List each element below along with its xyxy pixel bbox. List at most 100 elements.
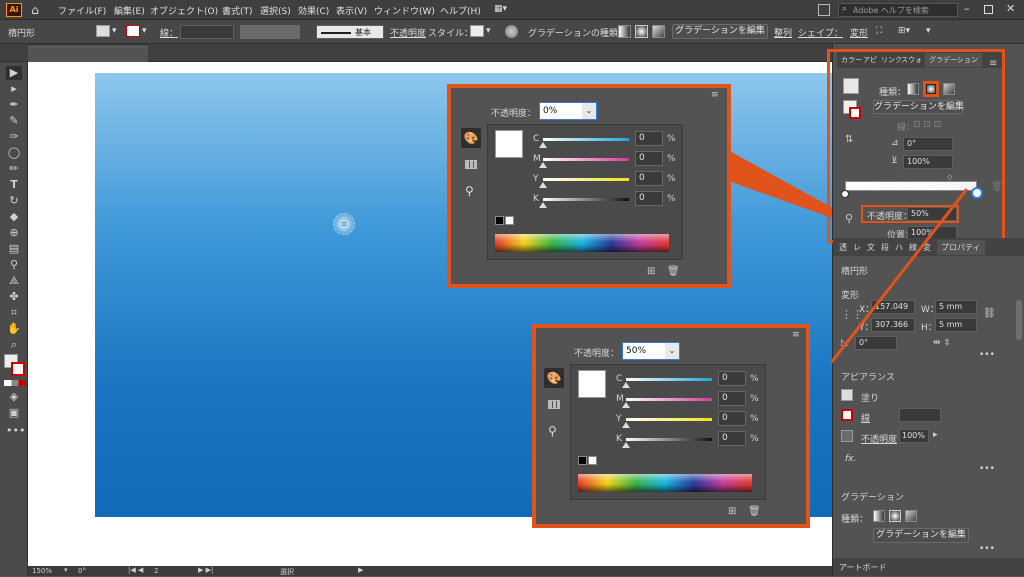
popup2-m-thumb[interactable] [622, 402, 630, 408]
gradient-tool-icon[interactable]: ▤ [6, 242, 22, 256]
popup2-m-input[interactable]: 0 [718, 391, 746, 406]
rotate-tool-icon[interactable]: ↻ [6, 194, 22, 208]
edit-gradient-button[interactable]: グラデーションを編集 [672, 24, 768, 39]
hand-tool-icon[interactable]: ✋ [6, 322, 22, 336]
anchor-tool-icon[interactable]: ✑ [6, 130, 22, 144]
popup2-c-slider[interactable] [626, 378, 712, 381]
popup1-k-input[interactable]: 0 [635, 191, 663, 206]
workspace-switcher-icon[interactable]: ▦▾ [494, 4, 514, 16]
fill-swatch[interactable] [96, 25, 110, 37]
popup1-m-slider[interactable] [543, 158, 629, 161]
popup1-k-slider[interactable] [543, 198, 629, 201]
appearance-opacity-label[interactable]: 不透明度 [861, 432, 897, 445]
graphic-style-swatch[interactable] [470, 25, 484, 37]
popup1-new-swatch-icon[interactable]: ⊞ [647, 266, 655, 277]
popup1-eyedropper-icon[interactable]: ⚲ [465, 184, 474, 198]
popup2-c-input[interactable]: 0 [718, 371, 746, 386]
tab-paragraph[interactable]: 段 [881, 242, 889, 253]
linear-gradient-button[interactable] [618, 25, 631, 38]
popup1-c-input[interactable]: 0 [635, 131, 663, 146]
popup2-y-thumb[interactable] [622, 422, 630, 428]
next-artboard-icon[interactable]: ▶ ▶| [198, 566, 213, 574]
document-tab[interactable] [28, 46, 148, 62]
popup2-black-swatch[interactable] [578, 456, 587, 465]
fill-dropdown-arrow[interactable]: ▾ [112, 26, 117, 36]
panel-scrollbar[interactable] [1016, 300, 1022, 340]
first-artboard-icon[interactable]: |◀ ◀ [128, 566, 143, 574]
radial-gradient-button[interactable] [635, 25, 648, 38]
style-dropdown-arrow[interactable]: ▾ [486, 26, 491, 36]
y-input[interactable]: 307.366 [871, 318, 915, 332]
blend-tool-icon[interactable]: ⟁ [6, 274, 22, 288]
stroke-label[interactable]: 線 [861, 411, 870, 424]
popup1-color-mode-icon[interactable]: 🎨 [461, 128, 481, 148]
constrain-proportions-icon[interactable]: ⛓ [983, 308, 996, 319]
menu-help[interactable]: ヘルプ(H) [440, 4, 481, 17]
eyedropper-tool-icon[interactable]: ⚲ [6, 258, 22, 272]
popup1-m-thumb[interactable] [539, 162, 547, 168]
pen-tool-icon[interactable]: ✒ [6, 98, 22, 112]
menu-effect[interactable]: 効果(C) [298, 4, 329, 17]
popup2-white-swatch[interactable] [588, 456, 597, 465]
menu-file[interactable]: ファイル(F) [58, 4, 106, 17]
more-tools-icon[interactable]: ••• [6, 424, 25, 438]
popup2-eyedropper-icon[interactable]: ⚲ [548, 424, 557, 438]
popup2-new-swatch-icon[interactable]: ⊞ [728, 506, 736, 517]
align-link[interactable]: 整列 [774, 26, 792, 39]
popup2-c-thumb[interactable] [622, 382, 630, 388]
popup2-k-slider[interactable] [626, 438, 712, 441]
stroke-swatch[interactable] [126, 25, 140, 37]
popup1-c-slider[interactable] [543, 138, 629, 141]
popup2-k-thumb[interactable] [622, 442, 630, 448]
popup2-menu-icon[interactable]: ≡ [792, 330, 800, 340]
type-tool-icon[interactable]: T [6, 178, 22, 192]
popup2-k-input[interactable]: 0 [718, 431, 746, 446]
popup2-color-spectrum[interactable] [578, 474, 752, 492]
zoom-level[interactable]: 150% [32, 567, 52, 575]
properties-freeform-button[interactable] [905, 510, 917, 522]
popup2-delete-icon[interactable]: 🗑 [748, 506, 761, 517]
help-search-box[interactable]: ⌕ Adobe ヘルプを検索 [838, 3, 958, 17]
tab-character[interactable]: 文 [867, 242, 875, 253]
popup1-m-input[interactable]: 0 [635, 151, 663, 166]
popup2-y-input[interactable]: 0 [718, 411, 746, 426]
tab-layers[interactable]: レ [853, 242, 861, 253]
popup1-k-thumb[interactable] [539, 202, 547, 208]
brush-definition-dropdown[interactable]: 基本 [316, 25, 384, 39]
rotation-value[interactable]: 0° [78, 567, 86, 575]
ellipse-tool-icon[interactable]: ◯ [6, 146, 22, 160]
popup2-opacity-arrow[interactable]: ⌄ [665, 343, 679, 359]
properties-linear-button[interactable] [873, 510, 885, 522]
opacity-label[interactable]: 不透明度 [390, 26, 426, 39]
fill-label[interactable]: 塗り [861, 391, 879, 404]
stroke-weight-input[interactable] [180, 25, 234, 39]
artboard-number[interactable]: 2 [154, 567, 158, 575]
h-input[interactable]: 5 mm [935, 318, 977, 332]
symbol-sprayer-tool-icon[interactable]: ✤ [6, 290, 22, 304]
popup1-menu-icon[interactable]: ≡ [711, 90, 719, 100]
stroke-color-box[interactable] [11, 362, 25, 376]
flip-icons[interactable]: ⇹ ⇳ [933, 338, 951, 348]
curvature-tool-icon[interactable]: ✎ [6, 114, 22, 128]
maximize-icon[interactable] [984, 5, 993, 14]
transform-more-icon[interactable]: ••• [979, 350, 995, 360]
popup1-black-swatch[interactable] [495, 216, 504, 225]
appearance-opacity-input[interactable]: 100% [899, 429, 929, 443]
popup2-color-mode-icon[interactable]: 🎨 [544, 368, 564, 388]
color-mode-buttons[interactable] [4, 380, 26, 386]
pencil-tool-icon[interactable]: ✏ [6, 162, 22, 176]
popup1-opacity-arrow[interactable]: ⌄ [582, 103, 596, 119]
popup2-opacity-input[interactable]: 50% ⌄ [622, 342, 680, 360]
appearance-more-icon[interactable]: ••• [979, 464, 995, 474]
status-expand-arrow[interactable]: ▶ [358, 566, 363, 574]
tab-pathfinder[interactable]: ハ [895, 242, 903, 253]
properties-radial-button[interactable] [889, 510, 901, 522]
zoom-dropdown-arrow[interactable]: ▾ [64, 566, 68, 574]
shape-builder-tool-icon[interactable]: ⊕ [6, 226, 22, 240]
drawing-mode-icon[interactable]: ◈ [6, 390, 22, 404]
artboard-tool-icon[interactable]: ⌗ [6, 306, 22, 320]
menu-window[interactable]: ウィンドウ(W) [374, 4, 435, 17]
transform-link[interactable]: 変形 [850, 26, 868, 39]
popup1-opacity-input[interactable]: 0% ⌄ [539, 102, 597, 120]
close-icon[interactable]: ✕ [1006, 2, 1015, 15]
